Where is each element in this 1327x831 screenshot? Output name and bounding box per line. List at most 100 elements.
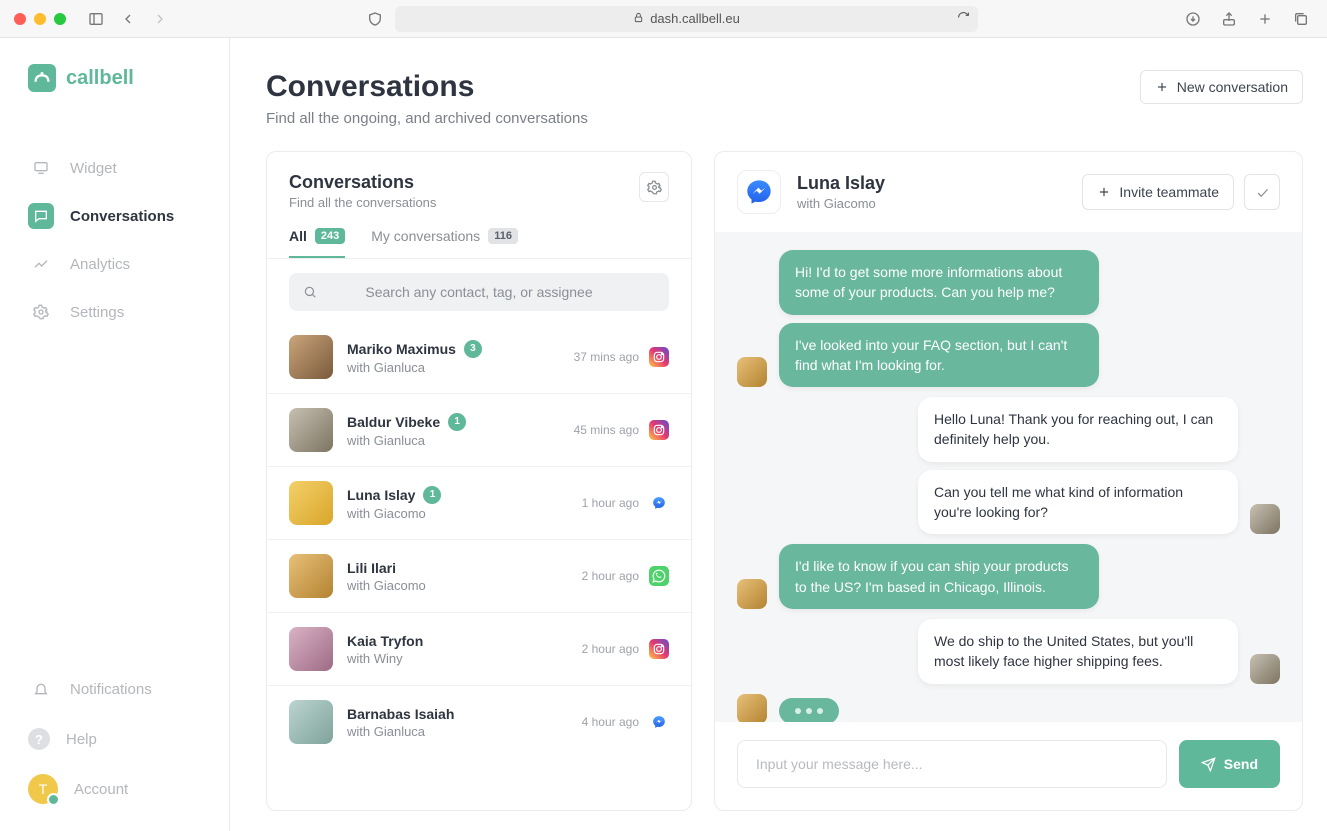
sidebar-item-help[interactable]: ? Help	[18, 717, 211, 761]
window-minimize-dot[interactable]	[34, 13, 46, 25]
page-subtitle: Find all the ongoing, and archived conve…	[266, 110, 588, 127]
main: Conversations Find all the ongoing, and …	[230, 38, 1327, 831]
bell-icon	[28, 676, 54, 702]
gear-icon	[647, 180, 662, 195]
mark-done-button[interactable]	[1244, 174, 1280, 210]
sidebar: callbell Widget Conversations Analytics …	[0, 38, 230, 831]
conversations-panel: Conversations Find all the conversations…	[266, 151, 692, 811]
chat-body: Hi! I'd to get some more informations ab…	[715, 232, 1302, 722]
new-conversation-button[interactable]: New conversation	[1140, 70, 1303, 104]
unread-badge: 1	[448, 413, 466, 431]
timestamp: 4 hour ago	[582, 715, 639, 729]
message-bubble: Hi! I'd to get some more informations ab…	[779, 250, 1099, 315]
sidebar-item-analytics[interactable]: Analytics	[18, 242, 211, 286]
avatar	[289, 408, 333, 452]
instagram-icon	[649, 347, 669, 367]
tab-mine-count: 116	[488, 228, 518, 244]
conversation-item[interactable]: Baldur Vibeke1with Gianluca45 mins ago	[267, 394, 691, 467]
back-icon[interactable]	[116, 7, 140, 31]
avatar-initial: T	[39, 781, 48, 797]
conversation-item[interactable]: Mariko Maximus3with Gianluca37 mins ago	[267, 321, 691, 394]
assignee-label: with Giacomo	[347, 506, 582, 521]
sidebar-item-widget[interactable]: Widget	[18, 146, 211, 190]
logo-text: callbell	[66, 67, 134, 90]
plus-icon	[1097, 185, 1111, 199]
avatar	[737, 694, 767, 722]
browser-actions	[1181, 7, 1313, 31]
sidebar-item-label: Notifications	[70, 681, 152, 698]
search-placeholder: Search any contact, tag, or assignee	[365, 284, 592, 300]
url-bar[interactable]: dash.callbell.eu	[395, 6, 978, 32]
avatar	[1250, 654, 1280, 684]
tabs: All 243 My conversations 116	[267, 210, 691, 259]
timestamp: 1 hour ago	[582, 496, 639, 510]
help-icon: ?	[28, 728, 50, 750]
sidebar-toggle-icon[interactable]	[84, 7, 108, 31]
message-row: We do ship to the United States, but you…	[737, 619, 1280, 684]
window-zoom-dot[interactable]	[54, 13, 66, 25]
gear-icon	[28, 299, 54, 325]
forward-icon[interactable]	[148, 7, 172, 31]
tabs-overview-icon[interactable]	[1289, 7, 1313, 31]
conversation-item[interactable]: Barnabas Isaiah with Gianluca4 hour ago	[267, 686, 691, 758]
avatar	[289, 627, 333, 671]
logo-mark-icon	[28, 64, 56, 92]
logo[interactable]: callbell	[0, 64, 229, 92]
send-icon	[1201, 757, 1216, 772]
window-close-dot[interactable]	[14, 13, 26, 25]
sidebar-item-notifications[interactable]: Notifications	[18, 667, 211, 711]
panels: Conversations Find all the conversations…	[266, 151, 1303, 811]
share-icon[interactable]	[1217, 7, 1241, 31]
chat-title: Luna Islay	[797, 173, 1066, 194]
chat-panel: Luna Islay with Giacomo Invite teammate …	[714, 151, 1303, 811]
messenger-icon	[649, 712, 669, 732]
sidebar-item-settings[interactable]: Settings	[18, 290, 211, 334]
messenger-icon	[737, 170, 781, 214]
shield-icon[interactable]	[363, 7, 387, 31]
unread-badge: 3	[464, 340, 482, 358]
sidebar-item-account[interactable]: T Account	[18, 767, 211, 811]
button-label: New conversation	[1177, 79, 1288, 95]
sidebar-item-label: Settings	[70, 304, 124, 321]
assignee-label: with Gianluca	[347, 724, 582, 739]
panel-settings-button[interactable]	[639, 172, 669, 202]
invite-teammate-button[interactable]: Invite teammate	[1082, 174, 1234, 210]
avatar	[737, 579, 767, 609]
tab-my-conversations[interactable]: My conversations 116	[371, 228, 518, 258]
reload-icon[interactable]	[957, 11, 970, 27]
tab-all-count: 243	[315, 228, 345, 244]
conversation-item[interactable]: Kaia Tryfonwith Winy2 hour ago	[267, 613, 691, 686]
conversation-item[interactable]: Luna Islay1with Giacomo1 hour ago	[267, 467, 691, 540]
contact-name: Mariko Maximus	[347, 341, 456, 357]
timestamp: 2 hour ago	[582, 642, 639, 656]
downloads-icon[interactable]	[1181, 7, 1205, 31]
new-tab-icon[interactable]	[1253, 7, 1277, 31]
avatar	[289, 481, 333, 525]
plus-icon	[1155, 80, 1169, 94]
conversation-item[interactable]: Lili Ilariwith Giacomo2 hour ago	[267, 540, 691, 613]
sidebar-item-label: Conversations	[70, 208, 174, 225]
tab-label: My conversations	[371, 228, 480, 244]
typing-indicator	[779, 698, 839, 722]
contact-name: Luna Islay	[347, 487, 415, 503]
message-bubble: I've looked into your FAQ section, but I…	[779, 323, 1099, 388]
message-input[interactable]	[737, 740, 1167, 788]
chat-icon	[28, 203, 54, 229]
browser-bar: dash.callbell.eu	[0, 0, 1327, 38]
sidebar-item-conversations[interactable]: Conversations	[18, 194, 211, 238]
search-input[interactable]: Search any contact, tag, or assignee	[289, 273, 669, 311]
avatar: T	[28, 774, 58, 804]
composer: Send	[715, 722, 1302, 810]
typing-row	[737, 694, 1280, 722]
sidebar-nav: Widget Conversations Analytics Settings	[0, 146, 229, 334]
conversation-list: Mariko Maximus 3 with Gianluca 37 mins ago B…	[267, 317, 691, 770]
avatar	[1250, 504, 1280, 534]
message-bubble: Hello Luna! Thank you for reaching out, …	[918, 397, 1238, 462]
contact-name: Barnabas Isaiah	[347, 706, 454, 722]
send-button[interactable]: Send	[1179, 740, 1280, 788]
page-head: Conversations Find all the ongoing, and …	[266, 70, 1303, 127]
tab-all[interactable]: All 243	[289, 228, 345, 258]
avatar	[737, 357, 767, 387]
timestamp: 37 mins ago	[574, 350, 639, 364]
sidebar-bottom: Notifications ? Help T Account	[0, 667, 229, 811]
